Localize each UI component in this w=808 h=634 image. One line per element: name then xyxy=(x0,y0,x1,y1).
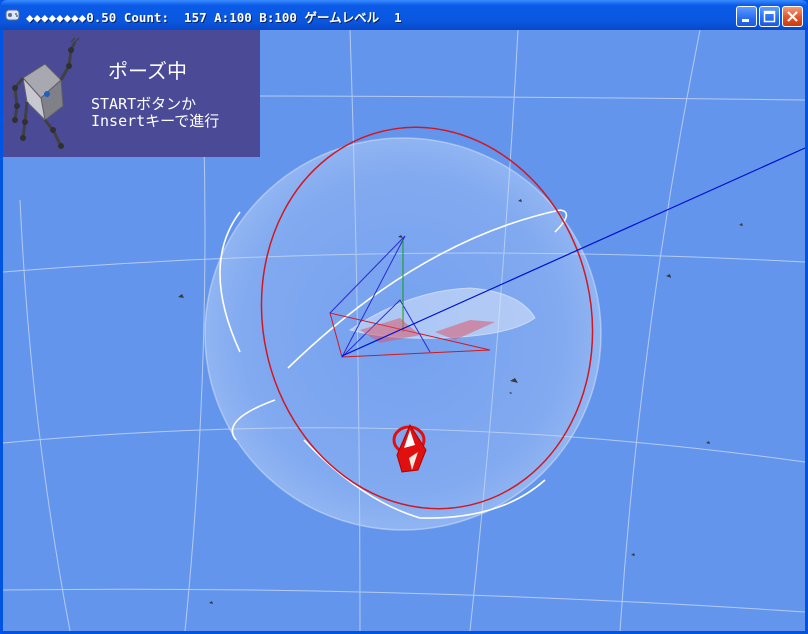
pause-panel: ポーズ中 STARTボタンか Insertキーで進行 xyxy=(3,30,260,157)
maximize-icon xyxy=(763,10,776,23)
pause-instruction-line2: Insertキーで進行 xyxy=(91,112,220,130)
game-window: ◆◆◆◆◆◆◆◆0.50 Count: 157 A:100 B:100 ゲームレ… xyxy=(0,0,808,634)
close-icon xyxy=(787,11,798,22)
minimize-button[interactable] xyxy=(736,6,757,27)
window-title: ◆◆◆◆◆◆◆◆0.50 Count: 157 A:100 B:100 ゲームレ… xyxy=(26,10,402,25)
robot-mascot-icon xyxy=(12,37,80,149)
minimize-icon xyxy=(742,19,749,22)
pause-title: ポーズ中 xyxy=(108,59,187,83)
maximize-button[interactable] xyxy=(759,6,780,27)
app-icon[interactable] xyxy=(5,7,21,23)
game-viewport[interactable]: ポーズ中 STARTボタンか Insertキーで進行 xyxy=(3,30,805,631)
close-button[interactable] xyxy=(782,6,803,27)
title-bar[interactable]: ◆◆◆◆◆◆◆◆0.50 Count: 157 A:100 B:100 ゲームレ… xyxy=(0,0,808,30)
